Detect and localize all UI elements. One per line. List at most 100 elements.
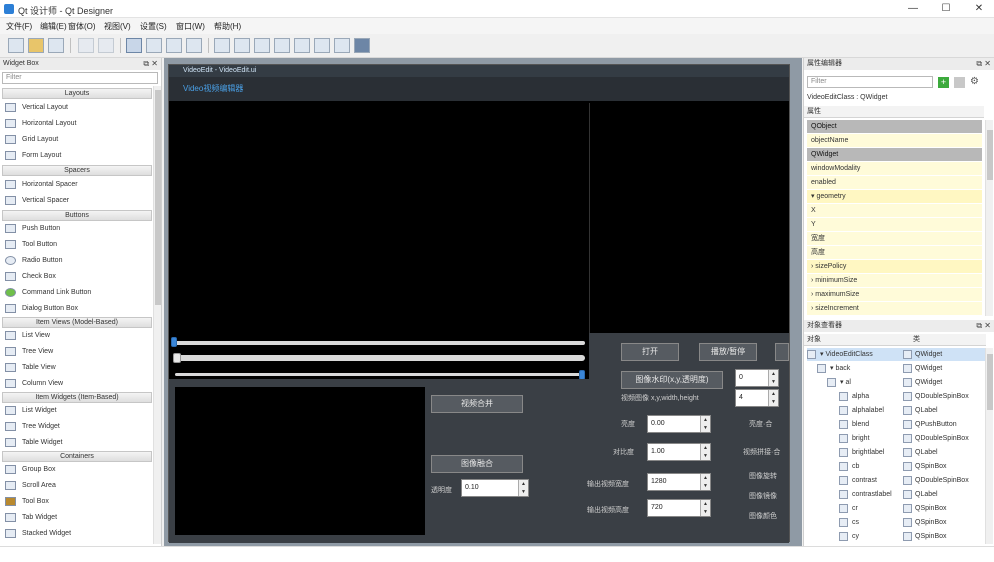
property-row[interactable]: › minimumSize — [807, 274, 982, 287]
object-tree-row[interactable]: alphalabel QLabel — [807, 404, 985, 417]
category-item-widgets[interactable]: Item Widgets (Item-Based) — [2, 392, 152, 403]
property-row[interactable]: › sizeIncrement — [807, 302, 982, 315]
property-row[interactable]: X — [807, 204, 982, 217]
spin-arrows-icon[interactable]: ▲ ▼ — [518, 480, 528, 496]
spin-arrows-icon[interactable]: ▲ ▼ — [700, 474, 710, 490]
widget-item[interactable]: Grid Layout — [4, 132, 152, 147]
brightness-spinbox[interactable]: 0.00 ▲ ▼ — [647, 415, 711, 433]
menu-help[interactable]: 帮助(H) — [214, 21, 241, 32]
object-tree-row[interactable]: ▾ VideoEditClass QWidget — [807, 348, 985, 361]
widget-item[interactable]: Tab Widget — [4, 510, 152, 525]
object-tree-row[interactable]: contrast QDoubleSpinBox — [807, 474, 985, 487]
widget-item[interactable]: Stacked Widget — [4, 526, 152, 541]
break-layout-icon[interactable] — [334, 38, 350, 53]
object-tree-row[interactable]: cs QSpinBox — [807, 516, 985, 529]
widget-item[interactable]: List Widget — [4, 403, 152, 418]
video-splitter[interactable] — [589, 103, 590, 333]
spin-arrows-icon[interactable]: ▲ ▼ — [700, 444, 710, 460]
widget-item[interactable]: Table Widget — [4, 435, 152, 450]
opacity-spinbox[interactable]: 0.10 ▲ ▼ — [461, 479, 529, 497]
widget-item[interactable]: List View — [4, 328, 152, 343]
object-scrollbar[interactable] — [985, 348, 993, 544]
property-row[interactable]: › maximumSize — [807, 288, 982, 301]
object-tree-row[interactable]: ▾ al QWidget — [807, 376, 985, 389]
scrollbar-thumb[interactable] — [987, 130, 993, 180]
object-tree-row[interactable]: cy QSpinBox — [807, 530, 985, 543]
edit-signals-icon[interactable] — [146, 38, 162, 53]
layout-horizontal-icon[interactable] — [214, 38, 230, 53]
object-tree-row[interactable]: blend QPushButton — [807, 418, 985, 431]
widget-item[interactable]: Scroll Area — [4, 478, 152, 493]
widget-item[interactable]: Tree View — [4, 344, 152, 359]
widget-item[interactable]: Vertical Layout — [4, 100, 152, 115]
progress-slider-2[interactable] — [175, 355, 585, 361]
widget-item[interactable]: Group Box — [4, 462, 152, 477]
property-row[interactable]: › sizePolicy — [807, 260, 982, 273]
scrollbar-thumb[interactable] — [987, 354, 993, 410]
panel-float-close-icon[interactable]: ⧉ ✕ — [143, 58, 158, 70]
slider-handle[interactable] — [171, 337, 177, 347]
cut-icon[interactable] — [78, 38, 94, 53]
progress-slider-3[interactable] — [175, 373, 585, 376]
property-row[interactable]: windowModality — [807, 162, 982, 175]
edit-tab-order-icon[interactable] — [186, 38, 202, 53]
spin-arrows-icon[interactable]: ▲ ▼ — [768, 370, 778, 386]
panel-float-close-icon[interactable]: ⧉ ✕ — [976, 320, 991, 332]
object-tree-row[interactable]: alpha QDoubleSpinBox — [807, 390, 985, 403]
scrollbar-thumb[interactable] — [155, 90, 161, 305]
widget-item[interactable]: Dialog Button Box — [4, 301, 152, 316]
menu-settings[interactable]: 设置(S) — [140, 21, 167, 32]
category-buttons[interactable]: Buttons — [2, 210, 152, 221]
menu-file[interactable]: 文件(F) — [6, 21, 32, 32]
play-pause-button[interactable]: 播放/暂停 — [699, 343, 757, 361]
widget-item[interactable]: Table View — [4, 360, 152, 375]
widget-item[interactable]: Tool Box — [4, 494, 152, 509]
save-icon[interactable] — [48, 38, 64, 53]
widget-item[interactable]: Command Link Button — [4, 285, 152, 300]
spin-arrows-icon[interactable]: ▲ ▼ — [700, 500, 710, 516]
widget-item[interactable]: Form Layout — [4, 148, 152, 163]
contrast-spinbox[interactable]: 1.00 ▲ ▼ — [647, 443, 711, 461]
property-row[interactable]: Y — [807, 218, 982, 231]
video-merge-button[interactable]: 视频合并 — [431, 395, 523, 413]
object-tree-row[interactable]: brightlabel QLabel — [807, 446, 985, 459]
close-button[interactable]: ✕ — [968, 2, 990, 16]
property-row[interactable]: enabled — [807, 176, 982, 189]
widget-box-scrollbar[interactable] — [153, 86, 161, 544]
layout-grid-icon[interactable] — [294, 38, 310, 53]
pos-x-spinbox[interactable]: 0 ▲ ▼ — [735, 369, 779, 387]
partial-button[interactable] — [775, 343, 789, 361]
property-row[interactable]: QObject — [807, 120, 982, 133]
progress-slider-1[interactable] — [173, 341, 585, 345]
category-spacers[interactable]: Spacers — [2, 165, 152, 176]
maximize-button[interactable]: ☐ — [935, 2, 957, 16]
object-tree-row[interactable]: ▾ back QWidget — [807, 362, 985, 375]
widget-item[interactable]: Horizontal Layout — [4, 116, 152, 131]
slider-handle[interactable] — [173, 353, 181, 363]
property-row[interactable]: ▾ geometry — [807, 190, 982, 203]
property-filter-input[interactable]: Filter — [807, 76, 933, 88]
configure-icon[interactable]: ⚙ — [970, 76, 984, 88]
property-row[interactable]: QWidget — [807, 148, 982, 161]
category-containers[interactable]: Containers — [2, 451, 152, 462]
widget-item[interactable]: Column View — [4, 376, 152, 391]
object-tree-row[interactable]: cb QSpinBox — [807, 460, 985, 473]
image-blend-button[interactable]: 图像融合 — [431, 455, 523, 473]
widget-item[interactable]: Push Button — [4, 221, 152, 236]
out-width-spinbox[interactable]: 1280 ▲ ▼ — [647, 473, 711, 491]
pos-y-spinbox[interactable]: 4 ▲ ▼ — [735, 389, 779, 407]
category-item-views[interactable]: Item Views (Model-Based) — [2, 317, 152, 328]
layout-splitter-v-icon[interactable] — [274, 38, 290, 53]
open-folder-icon[interactable] — [28, 38, 44, 53]
category-layouts[interactable]: Layouts — [2, 88, 152, 99]
adjust-size-icon[interactable] — [354, 38, 370, 53]
minimize-button[interactable]: — — [902, 2, 924, 16]
add-dynamic-property-icon[interactable]: + — [938, 77, 949, 88]
menu-view[interactable]: 视图(V) — [104, 21, 131, 32]
property-row[interactable]: objectName — [807, 134, 982, 147]
menu-window[interactable]: 窗口(W) — [176, 21, 205, 32]
open-button[interactable]: 打开 — [621, 343, 679, 361]
property-row[interactable]: 宽度 — [807, 232, 982, 245]
edit-buddies-icon[interactable] — [166, 38, 182, 53]
property-scrollbar[interactable] — [985, 120, 993, 316]
